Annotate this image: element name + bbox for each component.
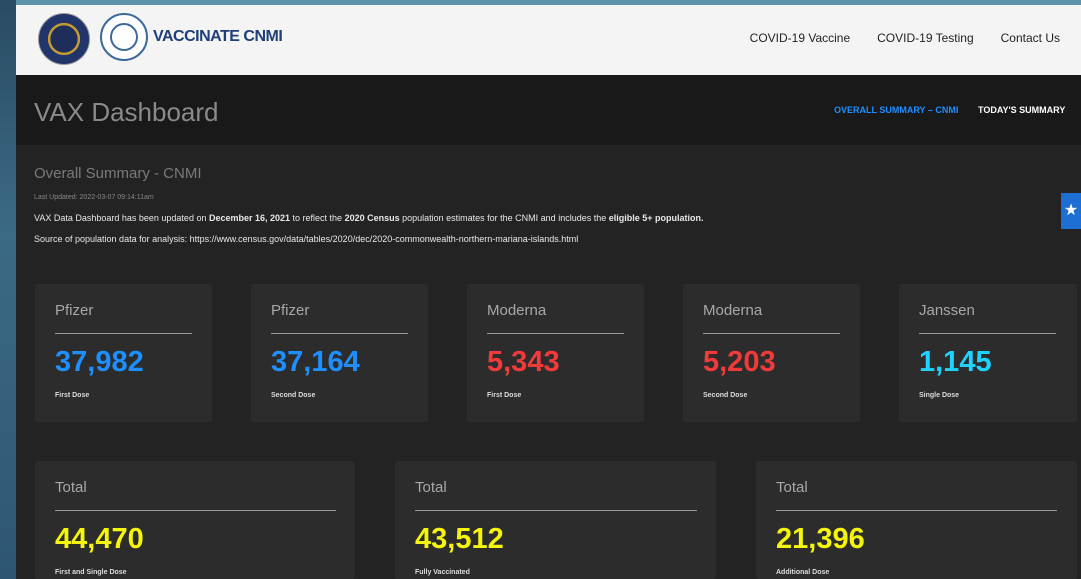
card-value: 5,343 (487, 346, 560, 378)
stat-card: Pfizer 37,164 Second Dose (251, 284, 428, 422)
card-value: 21,396 (776, 523, 865, 555)
card-label: Janssen (919, 302, 975, 319)
card-subtitle: Second Dose (703, 392, 748, 399)
cnmi-seal-logo[interactable] (38, 13, 90, 65)
total-card: Total 43,512 Fully Vaccinated (395, 461, 716, 579)
card-value: 37,164 (271, 346, 360, 378)
brand-name[interactable]: VACCINATE CNMI (153, 28, 283, 46)
card-value: 43,512 (415, 523, 504, 555)
card-divider (919, 333, 1056, 334)
card-value: 5,203 (703, 346, 776, 378)
stat-card: Janssen 1,145 Single Dose (899, 284, 1077, 422)
tab-todays-summary[interactable]: TODAY'S SUMMARY (978, 105, 1065, 115)
card-divider (55, 510, 336, 511)
card-label: Moderna (487, 302, 547, 319)
card-label: Moderna (703, 302, 763, 319)
card-divider (703, 333, 840, 334)
total-card: Total 44,470 First and Single Dose (35, 461, 355, 579)
accessibility-icon[interactable]: ★ (1061, 193, 1081, 229)
dashboard-header: VAX Dashboard OVERALL SUMMARY – CNMI TOD… (16, 75, 1081, 145)
card-label: Pfizer (55, 302, 94, 319)
card-label: Pfizer (271, 302, 310, 319)
stat-card: Pfizer 37,982 First Dose (35, 284, 212, 422)
tab-overall-summary[interactable]: OVERALL SUMMARY – CNMI (834, 105, 958, 115)
section-title: Overall Summary - CNMI (34, 165, 202, 182)
card-label: Total (776, 479, 808, 496)
card-divider (271, 333, 408, 334)
total-card: Total 21,396 Additional Dose (756, 461, 1077, 579)
card-divider (55, 333, 192, 334)
card-subtitle: First Dose (55, 392, 90, 399)
backdrop-left-strip (0, 0, 16, 579)
summary-section: Overall Summary - CNMI Last Updated: 202… (16, 145, 1081, 579)
update-notice: VAX Data Dashboard has been updated on D… (34, 213, 704, 223)
card-value: 1,145 (919, 346, 992, 378)
card-label: Total (415, 479, 447, 496)
card-subtitle: Additional Dose (776, 569, 830, 576)
stat-card: Moderna 5,343 First Dose (467, 284, 644, 422)
nav-links: COVID-19 Vaccine COVID-19 Testing Contac… (750, 31, 1060, 45)
card-subtitle: First Dose (487, 392, 522, 399)
last-updated: Last Updated: 2022-03-07 09:14:11am (34, 194, 154, 201)
nav-link-covid-testing[interactable]: COVID-19 Testing (877, 31, 974, 45)
health-seal-logo[interactable] (100, 13, 148, 61)
card-divider (415, 510, 697, 511)
card-subtitle: Second Dose (271, 392, 316, 399)
nav-link-contact-us[interactable]: Contact Us (1001, 31, 1060, 45)
card-value: 37,982 (55, 346, 144, 378)
stat-card: Moderna 5,203 Second Dose (683, 284, 860, 422)
card-subtitle: Single Dose (919, 392, 960, 399)
card-subtitle: First and Single Dose (55, 569, 127, 576)
card-label: Total (55, 479, 87, 496)
page-title: VAX Dashboard (34, 97, 219, 127)
card-divider (776, 510, 1057, 511)
population-source: Source of population data for analysis: … (34, 234, 579, 244)
card-subtitle: Fully Vaccinated (415, 569, 470, 576)
card-divider (487, 333, 624, 334)
navbar: VACCINATE CNMI COVID-19 Vaccine COVID-19… (16, 5, 1081, 75)
nav-link-covid-vaccine[interactable]: COVID-19 Vaccine (750, 31, 850, 45)
card-value: 44,470 (55, 523, 144, 555)
